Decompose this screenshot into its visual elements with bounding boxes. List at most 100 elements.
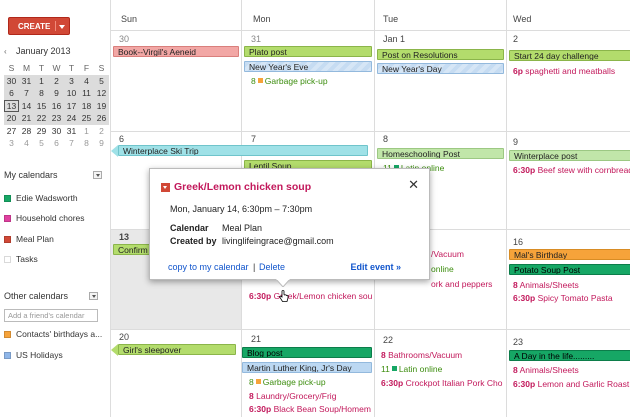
mini-day[interactable]: 8 <box>34 87 49 100</box>
mini-day[interactable]: 4 <box>79 74 94 87</box>
mini-day[interactable]: 4 <box>19 137 34 150</box>
mini-day[interactable]: 6 <box>4 87 19 100</box>
close-icon[interactable]: ✕ <box>408 177 419 193</box>
mini-day[interactable]: 24 <box>64 112 79 125</box>
timed-event[interactable]: /Vacuum <box>431 249 503 259</box>
timed-event[interactable]: 8 Garbage pick-up <box>251 76 371 86</box>
day-number[interactable]: 20 <box>119 332 129 342</box>
calendar-dropdown-icon[interactable] <box>161 182 170 192</box>
day-number[interactable]: 30 <box>119 34 129 44</box>
timed-event[interactable]: online <box>431 264 503 274</box>
chevron-down-icon[interactable] <box>89 292 98 300</box>
mini-day[interactable]: 7 <box>19 87 34 100</box>
timed-event[interactable]: 6p spaghetti and meatballs <box>513 66 630 76</box>
mini-day[interactable]: 2 <box>49 74 64 87</box>
calendar-item-edie[interactable]: Edie Wadsworth <box>4 193 78 203</box>
timed-event[interactable]: 6:30p Greek/Lemon chicken sou <box>249 291 373 301</box>
day-number[interactable]: 9 <box>513 137 518 147</box>
timed-event[interactable]: 6:30p Black Bean Soup/Homem <box>249 404 373 414</box>
timed-event[interactable]: 6:30p Spicy Tomato Pasta <box>513 293 630 303</box>
holiday-chip[interactable]: Martin Luther King, Jr's Day <box>242 362 372 373</box>
timed-event[interactable]: ork and peppers <box>431 279 503 289</box>
calendar-item-meal-plan[interactable]: Meal Plan <box>4 234 54 244</box>
mini-day[interactable]: 8 <box>79 137 94 150</box>
mini-day[interactable]: 12 <box>94 87 109 100</box>
timed-event[interactable]: 6:30p Beef stew with cornbread <box>513 165 630 175</box>
calendar-color-swatch[interactable] <box>4 351 11 359</box>
create-button[interactable]: CREATE <box>8 17 70 35</box>
event-chip[interactable]: Book--Virgil's Aeneid <box>113 46 239 57</box>
calendar-item-birthdays[interactable]: Contacts' birthdays a... <box>4 329 102 339</box>
mini-day[interactable]: 30 <box>49 125 64 138</box>
timed-event[interactable]: 8 Bathrooms/Vacuum <box>381 350 505 360</box>
mini-day[interactable]: 31 <box>19 74 34 87</box>
mini-day[interactable]: 26 <box>94 112 109 125</box>
mini-day[interactable]: 9 <box>94 137 109 150</box>
day-number[interactable]: 8 <box>383 134 388 144</box>
timed-event[interactable]: 8 Laundry/Grocery/Frig <box>249 391 373 401</box>
timed-event[interactable]: 8 Garbage pick-up <box>249 377 373 387</box>
mini-day[interactable]: 1 <box>34 74 49 87</box>
mini-day[interactable]: 23 <box>49 112 64 125</box>
mini-day[interactable]: 14 <box>19 99 34 112</box>
day-number[interactable]: 31 <box>251 34 261 44</box>
day-number[interactable]: 16 <box>513 237 523 247</box>
mini-day[interactable]: 1 <box>79 125 94 138</box>
event-chip[interactable]: Potato Soup Post <box>509 264 630 275</box>
birthday-chip[interactable]: Mal's Birthday <box>509 249 630 260</box>
holiday-chip[interactable]: New Year's Eve <box>244 61 372 72</box>
calendar-color-swatch[interactable] <box>4 194 11 202</box>
mini-day[interactable]: 20 <box>4 112 19 125</box>
mini-day[interactable]: 31 <box>64 125 79 138</box>
mini-day[interactable]: 3 <box>4 137 19 150</box>
delete-link[interactable]: Delete <box>259 262 285 272</box>
mini-day[interactable]: 17 <box>64 99 79 112</box>
mini-day[interactable]: 11 <box>79 87 94 100</box>
mini-day[interactable]: 21 <box>19 112 34 125</box>
day-number[interactable]: 6 <box>119 134 124 144</box>
day-number-today[interactable]: 13 <box>119 232 129 242</box>
day-number[interactable]: 21 <box>251 334 261 344</box>
mini-day[interactable]: 10 <box>64 87 79 100</box>
day-number[interactable]: Jan 1 <box>383 34 405 44</box>
mini-day-today[interactable]: 13 <box>4 99 19 112</box>
event-chip[interactable]: Winterplace post <box>509 150 630 161</box>
calendar-color-swatch[interactable] <box>4 330 11 338</box>
copy-to-calendar-link[interactable]: copy to my calendar <box>168 262 249 272</box>
mini-day[interactable]: 6 <box>49 137 64 150</box>
timed-event[interactable]: 6:30p Crockpot Italian Pork Cho <box>381 378 505 388</box>
calendar-item-household[interactable]: Household chores <box>4 213 85 223</box>
event-chip[interactable]: A Day in the life......... <box>509 350 630 361</box>
mini-day[interactable]: 18 <box>79 99 94 112</box>
mini-day[interactable]: 25 <box>79 112 94 125</box>
day-number[interactable]: 22 <box>383 335 393 345</box>
other-calendars-heading[interactable]: Other calendars <box>4 291 68 301</box>
mini-day[interactable]: 7 <box>64 137 79 150</box>
mini-day[interactable]: 5 <box>34 137 49 150</box>
add-friend-input[interactable]: Add a friend's calendar <box>4 309 98 322</box>
event-chip[interactable]: Blog post <box>242 347 372 358</box>
calendar-item-us-holidays[interactable]: US Holidays <box>4 350 63 360</box>
mini-day[interactable]: 22 <box>34 112 49 125</box>
timed-event[interactable]: 8 Animals/Sheets <box>513 365 630 375</box>
mini-day[interactable]: 27 <box>4 125 19 138</box>
event-chip[interactable]: Post on Resolutions <box>377 49 504 60</box>
edit-event-link[interactable]: Edit event » <box>350 262 401 272</box>
holiday-chip[interactable]: New Year's Day <box>377 63 504 74</box>
event-chip[interactable]: Start 24 day challenge <box>509 50 630 61</box>
day-number[interactable]: 7 <box>251 134 256 144</box>
calendar-color-swatch[interactable] <box>4 214 11 222</box>
chevron-down-icon[interactable] <box>59 25 65 29</box>
calendar-color-swatch[interactable] <box>4 235 11 243</box>
mini-day[interactable]: 15 <box>34 99 49 112</box>
mini-day[interactable]: 29 <box>34 125 49 138</box>
my-calendars-heading[interactable]: My calendars <box>4 170 58 180</box>
calendar-item-tasks[interactable]: Tasks <box>4 254 38 264</box>
timed-event[interactable]: 11 Latin online <box>381 364 505 374</box>
event-chip[interactable]: Winterplace Ski Trip <box>118 145 368 156</box>
mini-day[interactable]: 28 <box>19 125 34 138</box>
mini-day[interactable]: 2 <box>94 125 109 138</box>
event-chip[interactable]: Homeschooling Post <box>377 148 504 159</box>
event-chip[interactable]: Plato post <box>244 46 372 57</box>
mini-day[interactable]: 19 <box>94 99 109 112</box>
